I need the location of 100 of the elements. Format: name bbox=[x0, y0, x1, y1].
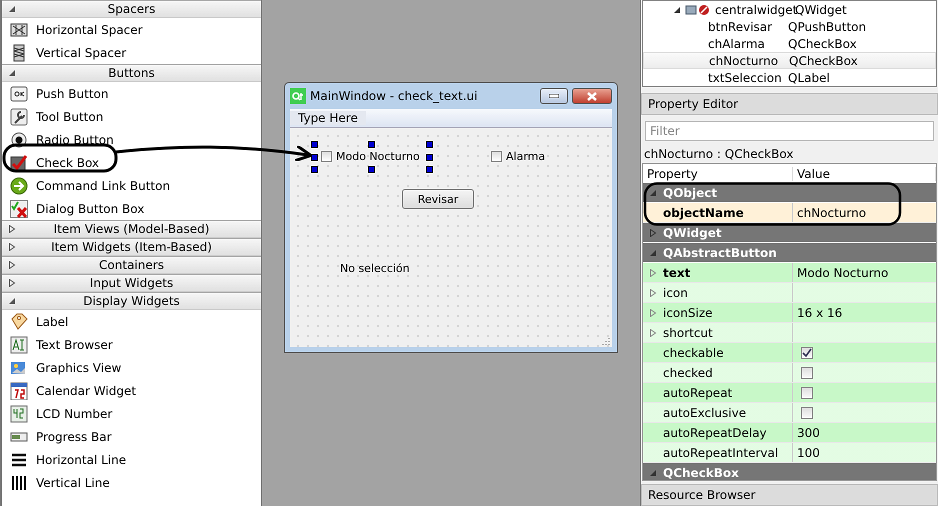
push-button-icon bbox=[10, 84, 28, 102]
widget-list-item[interactable]: Graphics View bbox=[2, 356, 261, 379]
minimize-icon bbox=[549, 94, 559, 98]
property-name: autoRepeat bbox=[663, 386, 732, 400]
property-row[interactable]: text Modo Nocturno bbox=[643, 263, 936, 283]
object-tree-row[interactable]: centralwidgetQWidget bbox=[643, 1, 936, 18]
widget-list-item[interactable]: LCD Number bbox=[2, 402, 261, 425]
minimize-button[interactable] bbox=[540, 88, 568, 104]
tag-icon bbox=[10, 312, 28, 330]
property-name: checked bbox=[663, 366, 713, 380]
category-header[interactable]: Item Widgets (Item-Based) bbox=[2, 238, 261, 256]
property-group-header[interactable]: QWidget bbox=[643, 223, 936, 243]
widget-list-item[interactable]: Horizontal Spacer bbox=[2, 18, 261, 41]
object-tree-row[interactable]: chAlarma QCheckBox bbox=[643, 35, 936, 52]
window-title: MainWindow - check_text.ui bbox=[310, 89, 478, 103]
close-button[interactable] bbox=[572, 88, 612, 104]
collapsed-arrow-icon[interactable] bbox=[8, 243, 16, 251]
category-header[interactable]: Item Views (Model-Based) bbox=[2, 220, 261, 238]
property-row[interactable]: checkable bbox=[643, 343, 936, 363]
checkbox[interactable] bbox=[801, 406, 813, 418]
property-row[interactable]: autoExclusive bbox=[643, 403, 936, 423]
text-icon bbox=[10, 336, 28, 354]
property-value: Modo Nocturno bbox=[797, 266, 888, 280]
property-name: objectName bbox=[663, 206, 744, 220]
column-header[interactable]: Value bbox=[793, 166, 936, 180]
object-tree-row[interactable]: txtSeleccion QLabel bbox=[643, 69, 936, 86]
widget-list-item[interactable]: Command Link Button bbox=[2, 174, 261, 197]
widget-list-item[interactable]: Vertical Line bbox=[2, 471, 261, 494]
expanded-arrow-icon[interactable] bbox=[673, 6, 681, 14]
checkbox[interactable] bbox=[801, 346, 813, 358]
widget-list-item[interactable]: Horizontal Line bbox=[2, 448, 261, 471]
arrow-circle-icon bbox=[10, 176, 28, 194]
category-header[interactable]: Display Widgets bbox=[2, 292, 261, 310]
panel-title: Resource Browser bbox=[641, 484, 938, 506]
checkbox-icon bbox=[10, 154, 28, 172]
property-row[interactable]: checked bbox=[643, 363, 936, 383]
expanded-arrow-icon[interactable] bbox=[8, 69, 16, 77]
property-group-header[interactable]: QObject bbox=[643, 183, 936, 203]
resize-grip-icon bbox=[602, 337, 610, 345]
object-tree-row[interactable]: chNocturno QCheckBox bbox=[643, 52, 936, 69]
widget-list-item[interactable]: Vertical Spacer bbox=[2, 41, 261, 64]
collapsed-arrow-icon[interactable] bbox=[8, 225, 16, 233]
category-header[interactable]: Spacers bbox=[2, 0, 261, 18]
property-value: 300 bbox=[797, 426, 820, 440]
collapsed-arrow-icon[interactable] bbox=[649, 268, 657, 276]
expanded-arrow-icon[interactable] bbox=[8, 297, 16, 305]
text-label: No selección bbox=[340, 262, 410, 275]
checkbox-label: Alarma bbox=[506, 150, 546, 163]
expanded-arrow-icon[interactable] bbox=[8, 5, 16, 13]
object-tree-row[interactable]: btnRevisar QPushButton bbox=[643, 18, 936, 35]
widget-list-item[interactable]: Tool Button bbox=[2, 105, 261, 128]
property-group-header[interactable]: QAbstractButton bbox=[643, 243, 936, 263]
checkbox[interactable] bbox=[801, 386, 813, 398]
widget-forbidden-icon bbox=[685, 4, 711, 16]
category-header[interactable]: Input Widgets bbox=[2, 274, 261, 292]
collapsed-arrow-icon[interactable] bbox=[649, 228, 657, 236]
property-row[interactable]: autoRepeatInterval 100 bbox=[643, 443, 936, 463]
collapsed-arrow-icon[interactable] bbox=[8, 261, 16, 269]
widget-list-item[interactable]: Push Button bbox=[2, 82, 261, 105]
checkbox[interactable] bbox=[491, 151, 502, 162]
checkbox[interactable] bbox=[801, 366, 813, 378]
property-row[interactable]: autoRepeatDelay 300 bbox=[643, 423, 936, 443]
collapsed-arrow-icon[interactable] bbox=[8, 279, 16, 287]
property-value: 100 bbox=[797, 446, 820, 460]
collapsed-arrow-icon[interactable] bbox=[649, 328, 657, 336]
widget-list-item[interactable]: Progress Bar bbox=[2, 425, 261, 448]
selection-handles[interactable] bbox=[311, 141, 433, 173]
property-row[interactable]: shortcut bbox=[643, 323, 936, 343]
property-row[interactable]: iconSize 16 x 16 bbox=[643, 303, 936, 323]
category-header[interactable]: Containers bbox=[2, 256, 261, 274]
category-header[interactable]: Buttons bbox=[2, 64, 261, 82]
calendar-icon bbox=[10, 382, 28, 400]
property-row[interactable]: objectName chNocturno bbox=[643, 203, 936, 223]
wrench-icon bbox=[10, 108, 28, 126]
checkbox[interactable] bbox=[321, 151, 332, 162]
filter-field[interactable]: Filter bbox=[645, 121, 934, 141]
property-name: shortcut bbox=[663, 326, 713, 340]
close-icon bbox=[587, 92, 597, 100]
column-header[interactable]: Property bbox=[643, 166, 793, 180]
collapsed-arrow-icon[interactable] bbox=[649, 308, 657, 316]
property-row[interactable]: icon bbox=[643, 283, 936, 303]
property-value: chNocturno bbox=[797, 206, 866, 220]
property-name: icon bbox=[663, 286, 688, 300]
property-value: 16 x 16 bbox=[797, 306, 842, 320]
push-button[interactable]: Revisar bbox=[402, 189, 474, 209]
lcd-number-icon bbox=[10, 404, 28, 422]
property-row[interactable]: autoRepeat bbox=[643, 383, 936, 403]
widget-list-item[interactable]: Label bbox=[2, 310, 261, 333]
panel-title: Property Editor bbox=[641, 93, 938, 115]
property-name: iconSize bbox=[663, 306, 713, 320]
radio-icon bbox=[10, 130, 28, 148]
widget-list-item[interactable]: Text Browser bbox=[2, 333, 261, 356]
checkmark-icon bbox=[802, 348, 812, 358]
property-group-header[interactable]: QCheckBox bbox=[643, 463, 936, 480]
widget-list-item[interactable]: Dialog Button Box bbox=[2, 197, 261, 220]
qt-mark-icon bbox=[292, 91, 304, 101]
menu-placeholder[interactable]: Type Here bbox=[290, 111, 366, 125]
widget-list-item[interactable]: Calendar Widget bbox=[2, 379, 261, 402]
collapsed-arrow-icon[interactable] bbox=[649, 288, 657, 296]
widget-list-item[interactable]: Check Box bbox=[2, 151, 261, 174]
